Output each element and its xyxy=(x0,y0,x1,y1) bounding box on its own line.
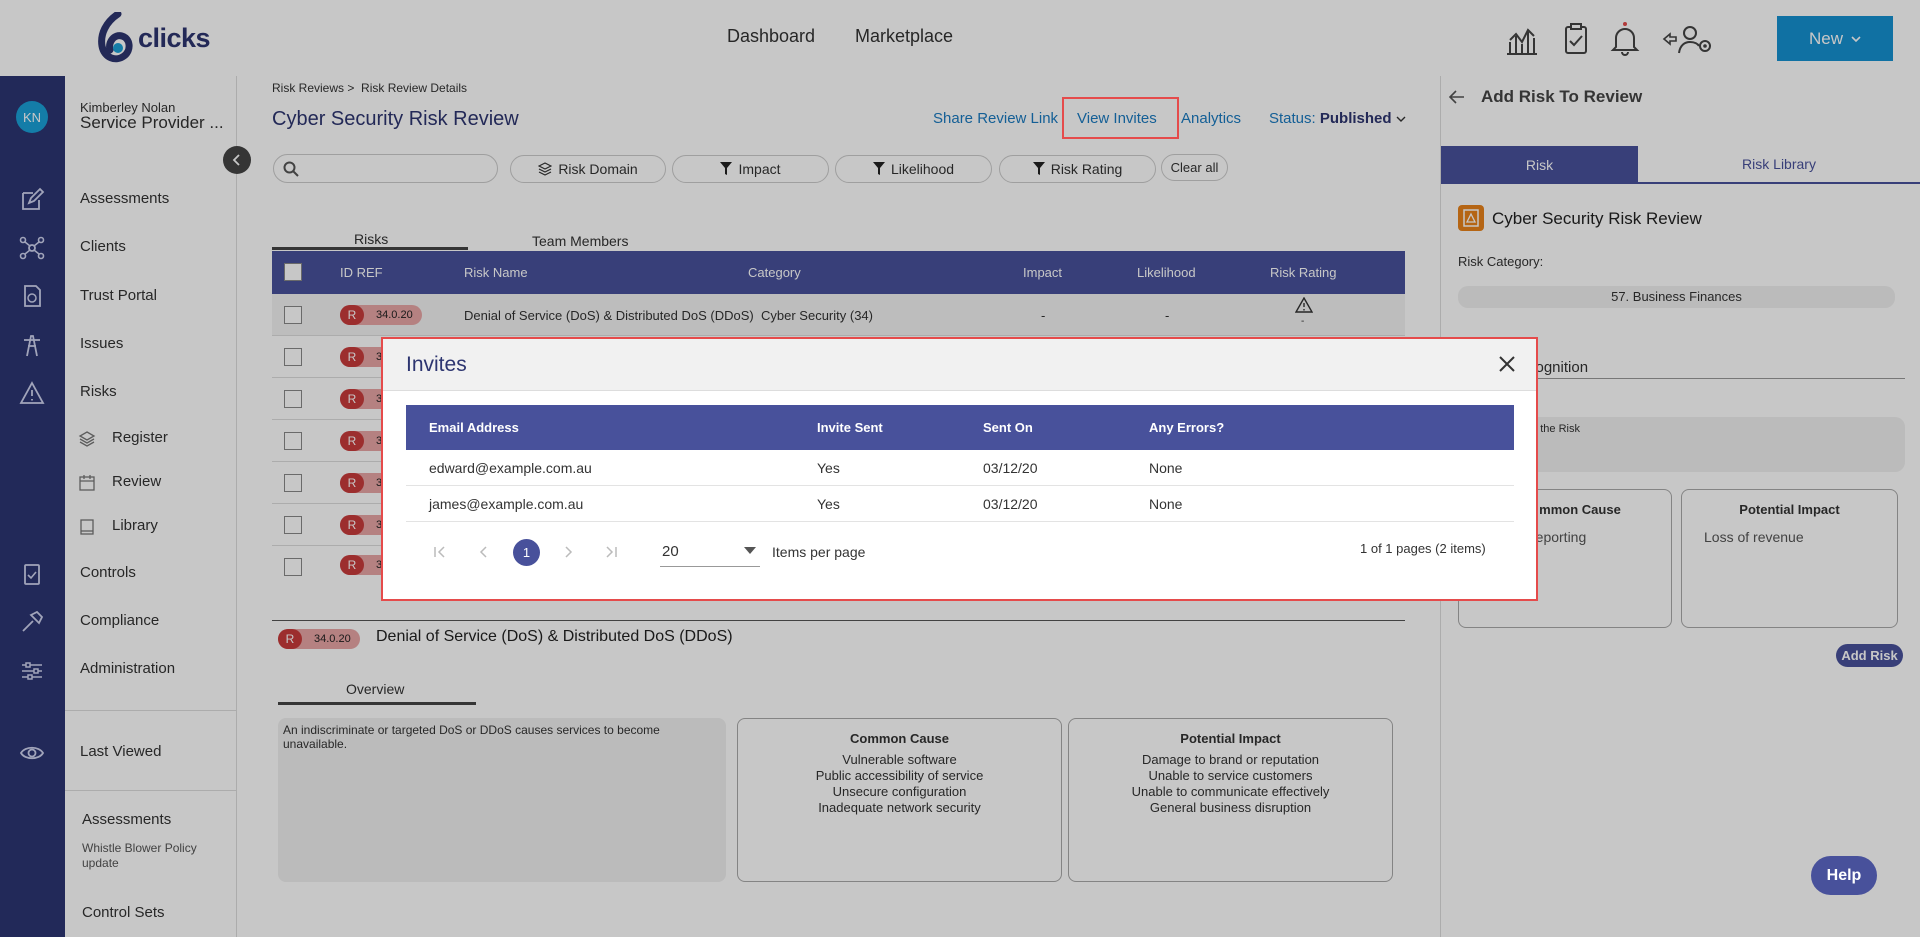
help-button[interactable]: Help xyxy=(1811,856,1877,895)
modal-highlight xyxy=(381,337,1538,601)
view-invites-highlight xyxy=(1062,97,1179,139)
